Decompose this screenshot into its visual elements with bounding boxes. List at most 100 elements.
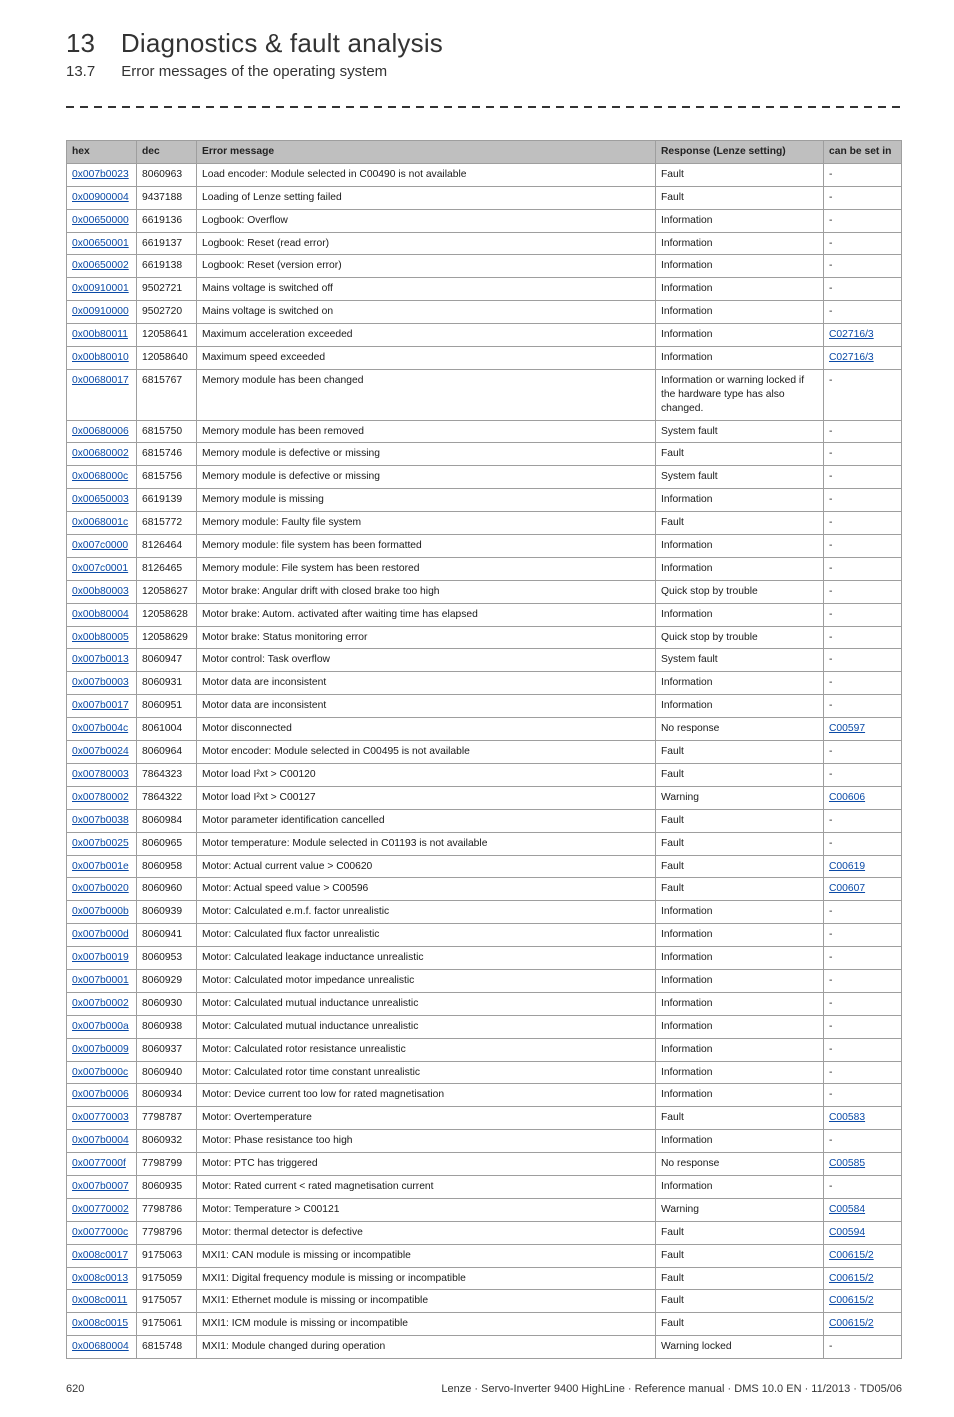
hex-link[interactable]: 0x007b0004	[72, 1135, 129, 1146]
hex-link[interactable]: 0x0068001c	[72, 517, 128, 528]
col-resp: Response (Lenze setting)	[656, 141, 824, 164]
set-link[interactable]: C02716/3	[829, 329, 874, 340]
resp-cell: Information	[656, 1038, 824, 1061]
table-row: 0x007b00388060984Motor parameter identif…	[67, 809, 902, 832]
set-link[interactable]: C00597	[829, 723, 865, 734]
dec-cell: 12058628	[137, 603, 197, 626]
hex-link[interactable]: 0x00b80003	[72, 586, 129, 597]
hex-link[interactable]: 0x007b001e	[72, 861, 129, 872]
msg-cell: Motor: Rated current < rated magnetisati…	[197, 1175, 656, 1198]
dec-cell: 8060963	[137, 163, 197, 186]
hex-link[interactable]: 0x007b0003	[72, 677, 129, 688]
set-link[interactable]: C00615/2	[829, 1273, 874, 1284]
chapter-heading: 13 Diagnostics & fault analysis	[66, 28, 902, 59]
msg-cell: Motor data are inconsistent	[197, 695, 656, 718]
hex-link[interactable]: 0x00680002	[72, 448, 129, 459]
hex-link[interactable]: 0x00b80004	[72, 609, 129, 620]
table-row: 0x006800176815767Memory module has been …	[67, 369, 902, 420]
set-link[interactable]: C02716/3	[829, 352, 874, 363]
set-link[interactable]: C00615/2	[829, 1295, 874, 1306]
set-link[interactable]: C00615/2	[829, 1318, 874, 1329]
table-row: 0x006800066815750Memory module has been …	[67, 420, 902, 443]
resp-cell: Fault	[656, 186, 824, 209]
msg-cell: Logbook: Overflow	[197, 209, 656, 232]
hex-link[interactable]: 0x0077000f	[72, 1158, 126, 1169]
hex-link[interactable]: 0x00b80011	[72, 329, 128, 340]
hex-link[interactable]: 0x00780002	[72, 792, 129, 803]
table-row: 0x0068001c6815772Memory module: Faulty f…	[67, 512, 902, 535]
hex-link[interactable]: 0x007c0000	[72, 540, 128, 551]
hex-link[interactable]: 0x007b0025	[72, 838, 129, 849]
set-link[interactable]: C00606	[829, 792, 865, 803]
hex-link[interactable]: 0x00910001	[72, 283, 129, 294]
table-row: 0x00b8000312058627Motor brake: Angular d…	[67, 580, 902, 603]
hex-link[interactable]: 0x00650000	[72, 215, 129, 226]
hex-link[interactable]: 0x007b0007	[72, 1181, 129, 1192]
set-cell: C00594	[824, 1221, 902, 1244]
dec-cell: 8060951	[137, 695, 197, 718]
dec-cell: 9175057	[137, 1290, 197, 1313]
table-row: 0x007b000c8060940Motor: Calculated rotor…	[67, 1061, 902, 1084]
hex-link[interactable]: 0x007b000a	[72, 1021, 129, 1032]
set-link[interactable]: C00615/2	[829, 1250, 874, 1261]
hex-link[interactable]: 0x007b004c	[72, 723, 128, 734]
hex-link[interactable]: 0x00650003	[72, 494, 129, 505]
dec-cell: 8126464	[137, 535, 197, 558]
hex-link[interactable]: 0x007b0020	[72, 883, 129, 894]
resp-cell: Information	[656, 489, 824, 512]
resp-cell: Fault	[656, 855, 824, 878]
hex-link[interactable]: 0x0068000c	[72, 471, 128, 482]
hex-link[interactable]: 0x00910000	[72, 306, 129, 317]
chapter-title: Diagnostics & fault analysis	[121, 28, 443, 59]
set-link[interactable]: C00583	[829, 1112, 865, 1123]
table-row: 0x007700027798786Motor: Temperature > C0…	[67, 1198, 902, 1221]
hex-link[interactable]: 0x00780003	[72, 769, 129, 780]
hex-link[interactable]: 0x007b000c	[72, 1067, 128, 1078]
hex-link[interactable]: 0x007b0019	[72, 952, 129, 963]
hex-link[interactable]: 0x0077000c	[72, 1227, 128, 1238]
set-link[interactable]: C00619	[829, 861, 865, 872]
hex-link[interactable]: 0x007b0006	[72, 1089, 129, 1100]
dec-cell: 12058640	[137, 347, 197, 370]
hex-link[interactable]: 0x00680017	[72, 375, 129, 386]
resp-cell: System fault	[656, 420, 824, 443]
set-link[interactable]: C00585	[829, 1158, 865, 1169]
hex-link[interactable]: 0x007c0001	[72, 563, 128, 574]
hex-link[interactable]: 0x008c0011	[72, 1295, 127, 1306]
hex-link[interactable]: 0x00900004	[72, 192, 129, 203]
hex-link[interactable]: 0x007b0013	[72, 654, 129, 665]
hex-link[interactable]: 0x00b80005	[72, 632, 129, 643]
hex-link[interactable]: 0x007b0024	[72, 746, 129, 757]
hex-link[interactable]: 0x008c0015	[72, 1318, 128, 1329]
set-cell: -	[824, 209, 902, 232]
hex-link[interactable]: 0x007b0038	[72, 815, 129, 826]
dec-cell: 9437188	[137, 186, 197, 209]
set-link[interactable]: C00607	[829, 883, 865, 894]
hex-link[interactable]: 0x00650002	[72, 260, 129, 271]
table-row: 0x007b00138060947Motor control: Task ove…	[67, 649, 902, 672]
hex-link[interactable]: 0x008c0017	[72, 1250, 128, 1261]
set-link[interactable]: C00594	[829, 1227, 865, 1238]
resp-cell: Information	[656, 992, 824, 1015]
hex-link[interactable]: 0x00770002	[72, 1204, 129, 1215]
hex-link[interactable]: 0x00680006	[72, 426, 129, 437]
set-link[interactable]: C00584	[829, 1204, 865, 1215]
hex-link[interactable]: 0x007b0017	[72, 700, 129, 711]
table-row: 0x007b000d8060941Motor: Calculated flux …	[67, 924, 902, 947]
resp-cell: Information	[656, 1015, 824, 1038]
msg-cell: Motor data are inconsistent	[197, 672, 656, 695]
hex-link[interactable]: 0x007b0023	[72, 169, 129, 180]
hex-link[interactable]: 0x00b80010	[72, 352, 129, 363]
hex-link[interactable]: 0x008c0013	[72, 1273, 128, 1284]
hex-link[interactable]: 0x007b000b	[72, 906, 129, 917]
hex-link[interactable]: 0x007b0001	[72, 975, 129, 986]
table-row: 0x007b00258060965Motor temperature: Modu…	[67, 832, 902, 855]
hex-link[interactable]: 0x00650001	[72, 238, 129, 249]
table-row: 0x007700037798787Motor: OvertemperatureF…	[67, 1107, 902, 1130]
hex-link[interactable]: 0x00770003	[72, 1112, 129, 1123]
msg-cell: Motor: Calculated leakage inductance unr…	[197, 947, 656, 970]
hex-link[interactable]: 0x007b000d	[72, 929, 129, 940]
hex-link[interactable]: 0x00680004	[72, 1341, 129, 1352]
hex-link[interactable]: 0x007b0009	[72, 1044, 129, 1055]
hex-link[interactable]: 0x007b0002	[72, 998, 129, 1009]
